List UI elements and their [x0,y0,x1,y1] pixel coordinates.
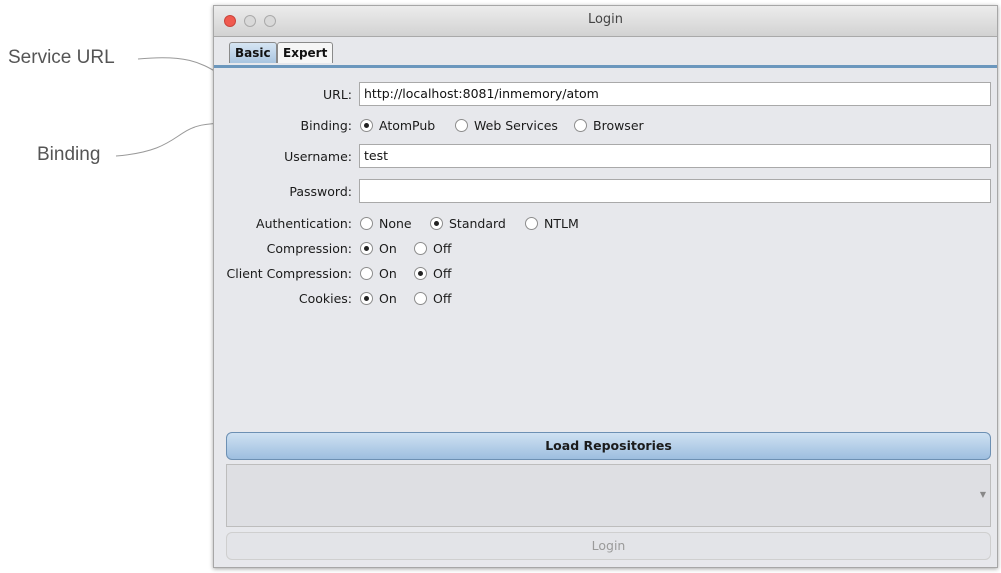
load-repositories-button[interactable]: Load Repositories [226,432,991,460]
binding-option-label: Browser [593,118,644,133]
cookies-option-label: On [379,291,397,306]
client-compression-option-off[interactable]: Off [414,266,451,281]
client-compression-label: Client Compression: [226,266,352,281]
password-field[interactable] [359,179,991,203]
login-window: Login Basic Expert URL: http://localhost… [213,5,998,568]
password-label: Password: [289,184,352,199]
username-label: Username: [284,149,352,164]
window-title: Login [587,12,624,27]
annotation-service-url: Service URL [8,47,115,68]
tab-bar: Basic Expert [214,37,997,68]
authentication-label: Authentication: [256,216,352,231]
radio-unselected-icon [360,217,373,230]
cookies-label: Cookies: [298,291,352,306]
auth-option-ntlm[interactable]: NTLM [525,216,579,231]
radio-selected-icon [360,242,373,255]
binding-option-label: AtomPub [379,118,436,133]
cookies-option-on[interactable]: On [360,291,397,306]
radio-selected-icon [360,119,373,132]
url-field[interactable]: http://localhost:8081/inmemory/atom [359,82,991,106]
auth-option-none[interactable]: None [360,216,412,231]
radio-selected-icon [430,217,443,230]
cookies-option-off[interactable]: Off [414,291,451,306]
radio-unselected-icon [455,119,468,132]
cookies-option-label: Off [433,291,452,306]
scroll-down-arrow-icon[interactable]: ▼ [980,490,986,499]
radio-unselected-icon [414,242,427,255]
compression-label: Compression: [266,241,352,256]
username-field[interactable]: test [359,144,991,168]
annotation-line-binding [115,123,229,157]
binding-option-atompub[interactable]: AtomPub [360,118,435,133]
binding-label: Binding: [300,118,352,133]
binding-option-web-services[interactable]: Web Services [455,118,558,133]
annotation-binding: Binding [37,144,101,165]
login-button[interactable]: Login [226,532,991,560]
compression-option-on[interactable]: On [360,241,397,256]
auth-option-standard[interactable]: Standard [430,216,506,231]
auth-option-label: Standard [449,216,506,231]
compression-option-label: On [379,241,397,256]
binding-option-browser[interactable]: Browser [574,118,644,133]
tab-basic[interactable]: Basic [229,42,277,63]
radio-unselected-icon [360,267,373,280]
tab-expert[interactable]: Expert [277,42,334,63]
client-compression-option-label: On [379,266,397,281]
radio-selected-icon [360,292,373,305]
title-bar: Login [214,6,997,37]
client-compression-option-on[interactable]: On [360,266,397,281]
radio-unselected-icon [525,217,538,230]
radio-unselected-icon [574,119,587,132]
binding-option-label: Web Services [474,118,558,133]
auth-option-label: NTLM [544,216,579,231]
compression-option-label: Off [433,241,452,256]
radio-selected-icon [414,267,427,280]
url-label: URL: [322,87,352,102]
radio-unselected-icon [414,292,427,305]
repository-list[interactable]: ▼ [226,464,991,527]
compression-option-off[interactable]: Off [414,241,451,256]
client-compression-option-label: Off [433,266,452,281]
auth-option-label: None [379,216,412,231]
